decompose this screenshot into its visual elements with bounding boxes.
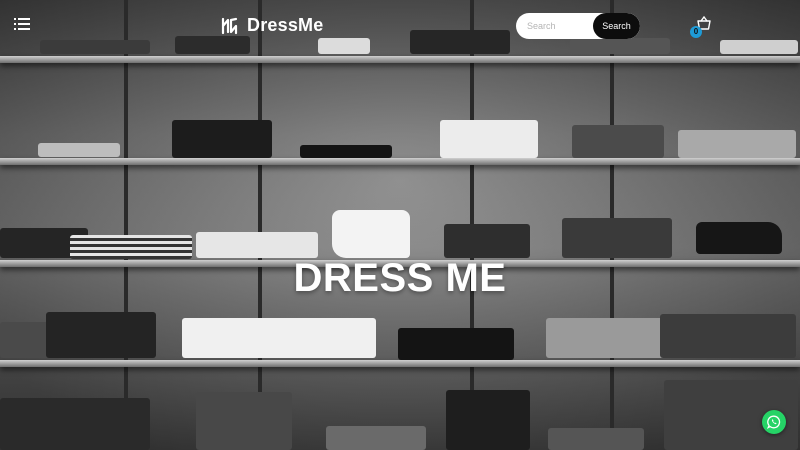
folded-clothes	[196, 232, 318, 258]
search-input[interactable]	[516, 13, 596, 39]
hamburger-menu-icon[interactable]	[14, 17, 30, 31]
folded-clothes	[660, 314, 796, 358]
folded-clothes	[46, 312, 156, 358]
whatsapp-icon	[767, 415, 781, 429]
whatsapp-button[interactable]	[762, 410, 786, 434]
search-bar: Search	[516, 13, 640, 39]
folded-clothes	[446, 390, 530, 450]
folded-clothes	[300, 145, 392, 158]
dressme-logo-icon	[221, 17, 238, 34]
shelf-upright	[258, 0, 262, 450]
shelf	[0, 360, 800, 367]
folded-clothes	[548, 428, 644, 450]
hero-title: DRESS ME	[293, 256, 507, 300]
folded-clothes	[444, 224, 530, 258]
shelf-upright	[124, 0, 128, 450]
cart-count-badge: 0	[690, 26, 702, 38]
sneakers	[696, 222, 782, 254]
brand-name: DressMe	[247, 15, 324, 35]
folded-clothes	[562, 218, 672, 258]
shelf	[0, 158, 800, 165]
folded-clothes	[172, 120, 272, 158]
shelf	[0, 56, 800, 63]
folded-clothes	[0, 398, 150, 450]
search-button[interactable]: Search	[593, 13, 640, 39]
folded-clothes	[398, 328, 514, 360]
hero-background-image	[0, 0, 800, 450]
folded-clothes	[196, 392, 292, 450]
cart-button[interactable]: 0	[690, 16, 716, 40]
folded-clothes	[440, 120, 538, 158]
site-header: DressMe Search 0	[0, 0, 800, 52]
folded-clothes	[326, 426, 426, 450]
folded-clothes	[182, 318, 376, 358]
brand-logo[interactable]: DressMe	[220, 15, 323, 36]
folded-clothes	[572, 125, 664, 158]
folded-clothes	[38, 143, 120, 157]
folded-clothes	[678, 130, 796, 158]
shoe	[332, 210, 410, 258]
